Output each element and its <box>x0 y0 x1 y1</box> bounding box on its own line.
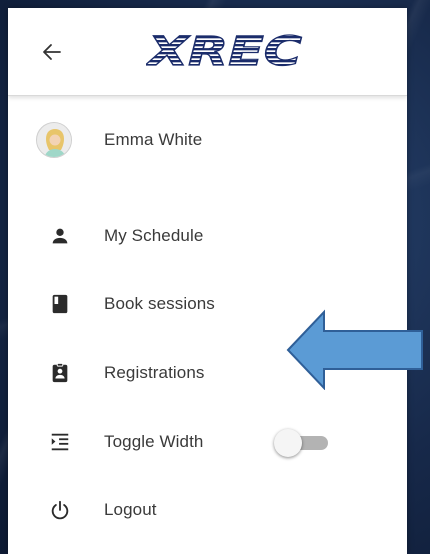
power-icon <box>48 498 72 522</box>
switch-thumb <box>274 429 302 457</box>
user-name: Emma White <box>104 130 203 149</box>
menu-item-book-sessions[interactable]: Book sessions <box>8 276 407 332</box>
svg-text:XREC: XREC <box>146 29 302 70</box>
menu-item-label: My Schedule <box>104 226 204 245</box>
menu-item-my-schedule[interactable]: My Schedule <box>8 208 407 264</box>
person-icon <box>48 224 72 248</box>
menu-item-label: Logout <box>104 500 157 519</box>
menu-item-logout[interactable]: Logout <box>8 482 407 538</box>
back-button[interactable] <box>36 36 68 68</box>
arrow-left-icon <box>43 44 61 60</box>
menu-item-label: Book sessions <box>104 294 215 313</box>
indent-icon <box>48 430 72 454</box>
toggle-width-switch[interactable] <box>272 428 330 457</box>
avatar <box>36 122 72 158</box>
user-profile-item[interactable]: Emma White <box>8 112 407 168</box>
navigation-drawer: XREC Emma White My Schedule Book session… <box>8 8 407 554</box>
drawer-header: XREC <box>8 8 407 96</box>
menu-item-toggle-width[interactable]: Toggle Width <box>8 414 407 470</box>
xrec-logo: XREC <box>143 28 306 75</box>
book-icon <box>48 292 72 316</box>
menu-item-registrations[interactable]: Registrations <box>8 345 407 401</box>
menu-item-label: Toggle Width <box>104 432 204 451</box>
menu-item-label: Registrations <box>104 363 205 382</box>
clipboard-person-icon <box>48 361 72 385</box>
